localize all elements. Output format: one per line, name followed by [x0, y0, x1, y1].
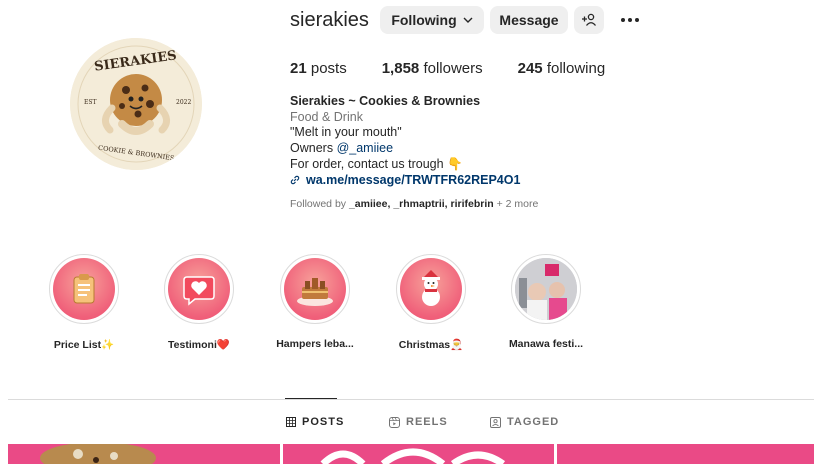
tab-posts[interactable]: POSTS [286, 416, 344, 428]
highlight-manawa[interactable]: Manawa festi... [509, 254, 583, 350]
highlight-label: Christmas🎅 [398, 339, 464, 351]
highlight-label: Testimoni❤️ [168, 339, 230, 351]
hampers-icon [297, 278, 333, 306]
following-button[interactable]: Following [380, 6, 484, 34]
profile-avatar[interactable]: SIERAKIES EST 2022 COOKIE & BROWNIES [70, 38, 202, 170]
highlight-christmas[interactable]: Christmas🎅 [396, 254, 466, 351]
reels-icon [389, 416, 400, 428]
clipboard-icon [73, 274, 95, 304]
highlight-label: Hampers leba... [276, 338, 354, 350]
bio-category: Food & Drink [290, 109, 363, 124]
profile-bio: Sierakies ~ Cookies & Brownies Food & Dr… [290, 94, 520, 188]
highlight-label: Price List✨ [53, 339, 115, 351]
tab-tagged-label: TAGGED [507, 416, 560, 428]
highlight-hampers[interactable]: Hampers leba... [276, 254, 354, 350]
tab-reels-label: REELS [406, 416, 448, 428]
snowman-icon [422, 270, 440, 306]
chevron-down-icon [463, 17, 473, 23]
highlight-label: Manawa festi... [508, 338, 584, 350]
post-image [557, 444, 814, 464]
posts-stat: 21 posts [290, 60, 347, 77]
suggest-users-button[interactable] [574, 6, 604, 34]
message-button[interactable]: Message [490, 6, 568, 34]
pointing-down-emoji: 👇 [447, 156, 463, 171]
heart-bubble-icon [183, 276, 215, 306]
following-button-label: Following [391, 12, 457, 28]
active-tab-indicator [285, 398, 337, 399]
avatar-logo: SIERAKIES EST 2022 COOKIE & BROWNIES [70, 38, 202, 170]
tab-reels[interactable]: REELS [389, 416, 448, 428]
link-icon [290, 176, 300, 185]
post-image [8, 444, 280, 464]
owners-mention-link[interactable]: @_amiiee [337, 141, 393, 155]
followers-stat[interactable]: 1,858 followers [382, 60, 483, 77]
tagged-icon [490, 416, 501, 428]
profile-username: sierakies [290, 9, 369, 31]
highlight-photo [515, 258, 577, 320]
post-image [283, 444, 554, 464]
message-button-label: Message [499, 12, 559, 28]
avatar-year-text: 2022 [176, 99, 191, 106]
add-user-icon [582, 13, 597, 26]
post-thumbnail[interactable] [557, 444, 814, 464]
grid-icon [286, 417, 296, 427]
more-options-icon[interactable] [618, 8, 642, 32]
profile-stats: 21 posts 1,858 followers 245 following [290, 60, 640, 77]
bio-line: "Melt in your mouth" [290, 125, 402, 140]
tab-tagged[interactable]: TAGGED [490, 416, 559, 428]
tabs-divider [8, 399, 814, 400]
highlight-testimoni[interactable]: Testimoni❤️ [164, 254, 234, 351]
bio-order-line: For order, contact us trough 👇 [290, 156, 463, 171]
bio-link-text: wa.me/message/TRWTFR62REP4O1 [306, 172, 521, 187]
followed-by[interactable]: Followed by _amiiee, _rhmaptrii, ririfeb… [290, 198, 538, 210]
tab-posts-label: POSTS [302, 416, 345, 428]
bio-link[interactable]: wa.me/message/TRWTFR62REP4O1 [290, 173, 520, 189]
post-thumbnail[interactable] [283, 444, 554, 464]
followed-by-names: _amiiee, _rhmaptrii, ririfebrin [348, 198, 494, 210]
bio-owners: Owners @_amiiee [290, 141, 394, 156]
following-stat[interactable]: 245 following [518, 60, 606, 77]
post-thumbnail[interactable] [8, 444, 280, 464]
highlight-price-list[interactable]: Price List✨ [49, 254, 119, 351]
avatar-est-text: EST [84, 99, 97, 106]
bio-name: Sierakies ~ Cookies & Brownies [290, 94, 481, 108]
